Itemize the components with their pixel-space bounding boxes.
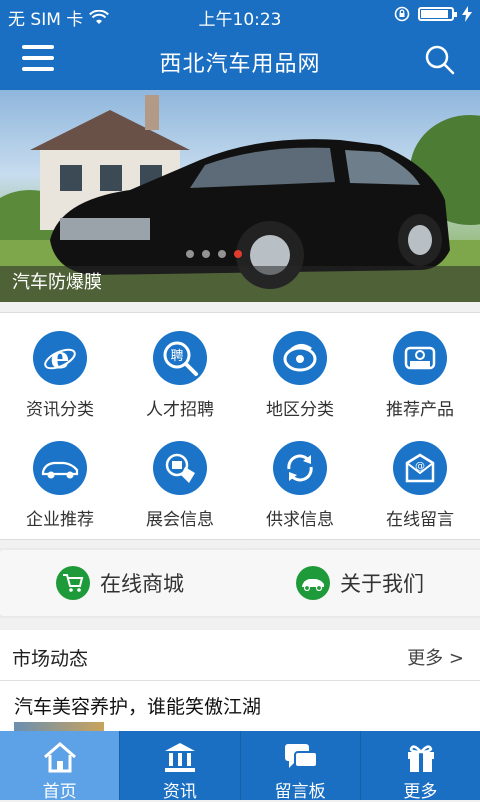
category-label: 推荐产品 bbox=[386, 400, 454, 420]
battery-level-fill bbox=[421, 10, 449, 18]
svg-text:@: @ bbox=[415, 461, 425, 472]
category-label: 供求信息 bbox=[266, 510, 334, 530]
app-header: 西北汽车用品网 bbox=[0, 30, 480, 90]
tab-label: 更多 bbox=[403, 782, 438, 802]
about-us-button[interactable]: 关于我们 bbox=[296, 556, 424, 610]
tab-more[interactable]: 更多 bbox=[359, 731, 480, 802]
rotation-lock-icon bbox=[394, 6, 410, 22]
category-enterprise[interactable]: 企业推荐 bbox=[0, 429, 120, 539]
category-label: 人才招聘 bbox=[146, 400, 214, 420]
cart-icon bbox=[56, 566, 90, 600]
page-title: 西北汽车用品网 bbox=[159, 52, 321, 77]
category-supply[interactable]: 供求信息 bbox=[240, 429, 360, 539]
about-us-label: 关于我们 bbox=[340, 572, 424, 596]
category-grid: e 资讯分类 聘 人才招聘 地区分类 推荐产品 企业推荐 展会信息 供求信息 @… bbox=[0, 312, 480, 540]
tab-label: 留言板 bbox=[274, 782, 326, 802]
ie-icon: e bbox=[33, 331, 87, 385]
battery-icon bbox=[418, 7, 457, 21]
refresh-icon bbox=[273, 441, 327, 495]
carousel-dot[interactable] bbox=[202, 250, 210, 258]
category-recommend[interactable]: 推荐产品 bbox=[360, 319, 480, 429]
section-header: 市场动态 更多 > bbox=[0, 630, 480, 681]
message-icon: @ bbox=[393, 441, 447, 495]
category-region[interactable]: 地区分类 bbox=[240, 319, 360, 429]
recommend-icon bbox=[393, 331, 447, 385]
search-icon[interactable] bbox=[424, 44, 456, 76]
online-shop-label: 在线商城 bbox=[100, 572, 184, 596]
svg-text:聘: 聘 bbox=[170, 349, 183, 364]
region-icon bbox=[273, 331, 327, 385]
bank-icon bbox=[165, 743, 196, 772]
category-message[interactable]: @ 在线留言 bbox=[360, 429, 480, 539]
online-shop-button[interactable]: 在线商城 bbox=[56, 556, 184, 610]
news-item[interactable]: 汽车美容养护，谁能笑傲江湖 bbox=[14, 692, 261, 719]
category-label: 在线留言 bbox=[386, 510, 454, 530]
tab-label: 首页 bbox=[42, 782, 77, 802]
shortcut-row: 在线商城 关于我们 bbox=[0, 548, 480, 618]
category-news[interactable]: e 资讯分类 bbox=[0, 319, 120, 429]
tab-label: 资讯 bbox=[162, 782, 197, 802]
chat-icon bbox=[284, 744, 318, 768]
more-link[interactable]: 更多 > bbox=[407, 644, 464, 670]
category-exhibition[interactable]: 展会信息 bbox=[120, 429, 240, 539]
category-label: 资讯分类 bbox=[26, 400, 94, 420]
banner-carousel[interactable]: 汽车防爆膜 bbox=[0, 90, 480, 302]
category-recruit[interactable]: 聘 人才招聘 bbox=[120, 319, 240, 429]
news-thumbnail bbox=[14, 722, 104, 731]
carousel-indicators bbox=[186, 250, 242, 258]
tab-news[interactable]: 资讯 bbox=[119, 731, 239, 802]
exhibition-icon bbox=[153, 441, 207, 495]
market-news-section: 市场动态 更多 > 汽车美容养护，谁能笑傲江湖 bbox=[0, 630, 480, 731]
banner-caption: 汽车防爆膜 bbox=[12, 272, 102, 293]
bottom-tab-bar: 首页 资讯 留言板 更多 bbox=[0, 731, 480, 802]
category-label: 展会信息 bbox=[146, 510, 214, 530]
gift-icon bbox=[407, 745, 434, 772]
car-icon bbox=[33, 441, 87, 495]
carousel-dot-active[interactable] bbox=[234, 250, 242, 258]
svg-text:e: e bbox=[50, 341, 69, 375]
recruit-icon: 聘 bbox=[153, 331, 207, 385]
section-title: 市场动态 bbox=[12, 648, 89, 670]
tab-guestbook[interactable]: 留言板 bbox=[239, 731, 360, 802]
category-label: 地区分类 bbox=[266, 400, 334, 420]
carousel-dot[interactable] bbox=[218, 250, 226, 258]
status-right bbox=[394, 6, 472, 22]
status-bar: 无 SIM 卡 上午10:23 bbox=[0, 0, 480, 30]
charging-icon bbox=[462, 6, 472, 22]
category-label: 企业推荐 bbox=[26, 510, 94, 530]
home-icon bbox=[44, 742, 76, 773]
car-icon bbox=[296, 566, 330, 600]
carousel-dot[interactable] bbox=[186, 250, 194, 258]
tab-home[interactable]: 首页 bbox=[0, 731, 120, 802]
